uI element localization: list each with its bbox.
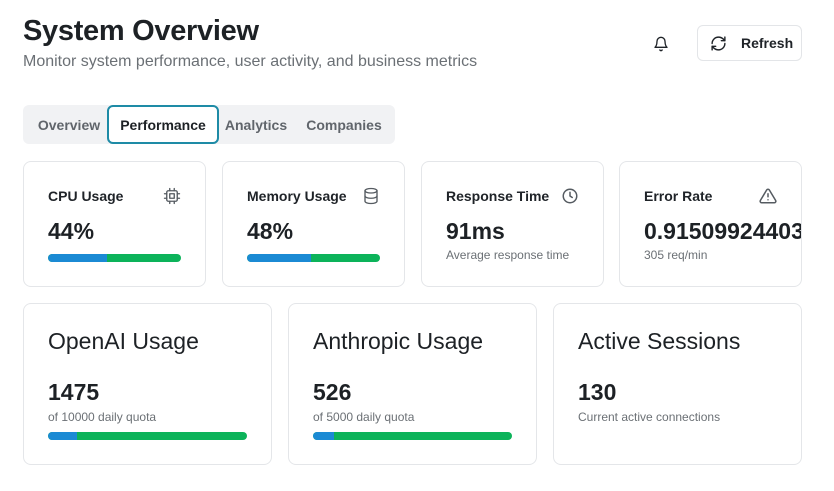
clock-icon	[562, 188, 578, 204]
error-rate-label: Error Rate	[644, 188, 713, 204]
openai-usage-sub: of 10000 daily quota	[48, 410, 157, 424]
anthropic-usage-label: Anthropic Usage	[313, 328, 484, 354]
cpu-usage-bar-fill	[48, 254, 107, 262]
active-sessions-value: 130	[578, 379, 617, 405]
error-rate-value: 0.9150992440359	[644, 218, 802, 244]
warning-icon	[759, 188, 777, 204]
response-time-card: Response Time 91ms Average response time	[421, 161, 604, 287]
response-time-value: 91ms	[446, 218, 505, 244]
openai-usage-value: 1475	[48, 379, 100, 405]
refresh-icon	[711, 35, 726, 51]
memory-usage-card: Memory Usage 48%	[222, 161, 405, 287]
anthropic-usage-bar	[313, 432, 512, 440]
anthropic-usage-value: 526	[313, 379, 352, 405]
memory-usage-bar-fill	[247, 254, 311, 262]
notifications-button[interactable]	[649, 32, 673, 56]
cpu-usage-bar	[48, 254, 181, 262]
response-time-label: Response Time	[446, 188, 550, 204]
tab-list: Overview Performance Analytics Companies	[23, 105, 395, 144]
cpu-usage-card: CPU Usage 44%	[23, 161, 206, 287]
anthropic-usage-sub: of 5000 daily quota	[313, 410, 415, 424]
anthropic-usage-card: Anthropic Usage 526 of 5000 daily quota	[288, 303, 537, 465]
memory-usage-value: 48%	[247, 218, 294, 244]
cpu-usage-label: CPU Usage	[48, 188, 124, 204]
tab-overview[interactable]: Overview	[31, 105, 107, 144]
refresh-button[interactable]: Refresh	[697, 25, 802, 61]
error-rate-sub: 305 req/min	[644, 248, 708, 262]
memory-usage-bar	[247, 254, 380, 262]
tab-performance[interactable]: Performance	[107, 105, 219, 144]
active-sessions-sub: Current active connections	[578, 410, 721, 424]
tab-companies[interactable]: Companies	[301, 105, 387, 144]
page-title: System Overview	[23, 15, 259, 47]
openai-usage-bar-fill	[48, 432, 78, 440]
error-rate-card: Error Rate 0.9150992440359 305 req/min	[619, 161, 802, 287]
openai-usage-bar	[48, 432, 247, 440]
tab-analytics[interactable]: Analytics	[221, 105, 291, 144]
refresh-label: Refresh	[741, 35, 794, 51]
openai-usage-label: OpenAI Usage	[48, 328, 199, 354]
response-time-sub: Average response time	[446, 248, 570, 262]
database-icon	[364, 187, 378, 205]
cpu-usage-value: 44%	[48, 218, 95, 244]
anthropic-usage-bar-fill	[313, 432, 334, 440]
active-sessions-card: Active Sessions 130 Current active conne…	[553, 303, 802, 465]
cpu-icon	[163, 187, 181, 205]
memory-usage-label: Memory Usage	[247, 188, 347, 204]
page-subtitle: Monitor system performance, user activit…	[23, 53, 478, 70]
bell-icon	[654, 36, 668, 52]
openai-usage-card: OpenAI Usage 1475 of 10000 daily quota	[23, 303, 272, 465]
active-sessions-label: Active Sessions	[578, 328, 741, 354]
